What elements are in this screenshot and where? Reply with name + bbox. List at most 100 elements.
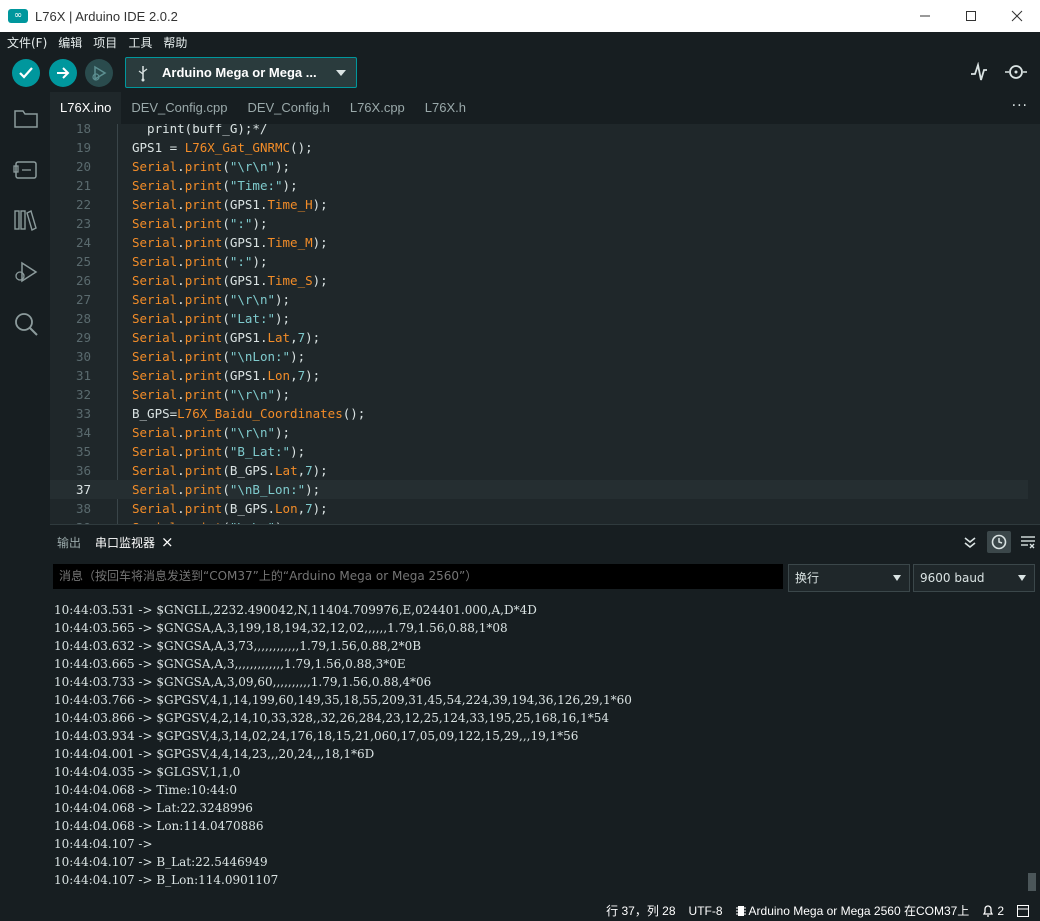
code-token: . (177, 501, 185, 516)
code-token: ); (275, 159, 291, 174)
code-token: print (184, 425, 223, 440)
toggle-autoscroll-button[interactable] (958, 531, 982, 553)
code-token: print (184, 197, 223, 212)
code-line[interactable]: 38 Serial.print(B_GPS.Lon,7); (50, 499, 1028, 518)
line-ending-select[interactable]: 换行 (788, 564, 910, 592)
code-line[interactable]: 35 Serial.print("B_Lat:"); (50, 442, 1028, 461)
more-tabs-button[interactable]: ··· (1012, 98, 1028, 114)
tab-dev-config-h[interactable]: DEV_Config.h (237, 92, 339, 124)
code-token: "\nB_Lon:" (229, 482, 306, 497)
code-line[interactable]: 24 Serial.print(GPS1.Time_M); (50, 233, 1028, 252)
file-encoding[interactable]: UTF-8 (689, 904, 723, 918)
tab-output[interactable]: 输出 (57, 534, 81, 551)
upload-button[interactable] (49, 59, 77, 87)
code-line[interactable]: 23 Serial.print(":"); (50, 214, 1028, 233)
code-token: L76X_Gat_GNRMC (184, 140, 291, 155)
code-line[interactable]: 37 Serial.print("\nB_Lon:"); (50, 480, 1028, 499)
board-port-status[interactable]: Arduino Mega or Mega 2560 在COM37上 (735, 902, 969, 919)
code-token: Serial (132, 216, 178, 231)
close-window-button[interactable] (994, 0, 1040, 32)
boards-manager-button[interactable] (12, 156, 40, 184)
tab-l76x-h[interactable]: L76X.h (415, 92, 476, 124)
search-button[interactable] (12, 310, 40, 338)
code-token: "B_Lat:" (229, 444, 291, 459)
serial-output-line: 10:44:04.068 -> Time:10:44:0 (54, 783, 237, 797)
debug-panel-button[interactable] (12, 258, 40, 286)
menu-edit[interactable]: 编辑 (58, 34, 82, 51)
code-line[interactable]: 25 Serial.print(":"); (50, 252, 1028, 271)
line-number: 32 (75, 387, 91, 402)
code-token: 7 (297, 330, 306, 345)
code-token: ); (312, 235, 328, 250)
menu-file[interactable]: 文件(F) (7, 34, 47, 51)
code-token: "Lat:" (229, 311, 276, 326)
code-line[interactable]: 22 Serial.print(GPS1.Time_H); (50, 195, 1028, 214)
serial-message-input[interactable] (53, 564, 783, 589)
code-line[interactable]: 20 Serial.print("\r\n"); (50, 157, 1028, 176)
serial-output-scrollbar-thumb[interactable] (1028, 873, 1036, 891)
code-token: ( (222, 444, 230, 459)
code-token: print(buff_G);*/ (132, 124, 268, 136)
code-line[interactable]: 34 Serial.print("\r\n"); (50, 423, 1028, 442)
code-token: ); (275, 292, 291, 307)
serial-output-line: 10:44:03.866 -> $GPGSV,4,2,14,10,33,328,… (54, 711, 609, 725)
sketchbook-button[interactable] (12, 104, 40, 132)
code-token: ( (222, 216, 230, 231)
line-number: 23 (75, 216, 91, 231)
code-line[interactable]: 18 print(buff_G);*/ (50, 124, 1028, 138)
menu-bar: 文件(F) 编辑 项目 工具 帮助 (0, 32, 1040, 52)
code-token: ); (275, 387, 291, 402)
serial-output-line: 10:44:04.107 -> B_Lon:114.0901107 (54, 873, 279, 887)
code-text: Serial.print(B_GPS.Lat,7); (132, 461, 328, 480)
code-token: . (177, 349, 185, 364)
cursor-position[interactable]: 行 37，列 28 (606, 902, 675, 919)
toggle-panel-button[interactable] (1017, 904, 1032, 917)
serial-output-line: 10:44:04.035 -> $GLGSV,1,1,0 (54, 765, 241, 779)
verify-button[interactable] (12, 59, 40, 87)
baud-rate-select[interactable]: 9600 baud (913, 564, 1035, 592)
menu-sketch[interactable]: 项目 (93, 34, 117, 51)
library-manager-button[interactable] (12, 206, 40, 234)
code-line[interactable]: 27 Serial.print("\r\n"); (50, 290, 1028, 309)
code-line[interactable]: 32 Serial.print("\r\n"); (50, 385, 1028, 404)
code-line[interactable]: 21 Serial.print("Time:"); (50, 176, 1028, 195)
close-serial-monitor-button[interactable]: × (161, 533, 174, 551)
code-line[interactable]: 19 GPS1 = L76X_Gat_GNRMC(); (50, 138, 1028, 157)
code-token: Serial (132, 273, 178, 288)
code-text: GPS1 = L76X_Gat_GNRMC(); (132, 138, 313, 157)
board-selector[interactable]: Arduino Mega or Mega ... (125, 57, 357, 88)
code-text: Serial.print("B_Lat:"); (132, 442, 305, 461)
tab-serial-monitor[interactable]: 串口监视器 (95, 534, 155, 551)
serial-monitor-button[interactable] (1004, 62, 1028, 85)
code-line[interactable]: 28 Serial.print("Lat:"); (50, 309, 1028, 328)
code-editor[interactable]: 18 print(buff_G);*/ 19 GPS1 = L76X_Gat_GNR… (50, 124, 1028, 524)
maximize-button[interactable] (948, 0, 994, 32)
tab-dev-config-cpp[interactable]: DEV_Config.cpp (121, 92, 237, 124)
baud-rate-value: 9600 baud (920, 571, 985, 585)
code-text: Serial.print(":"); (132, 214, 268, 233)
editor-scrollbar[interactable] (1028, 124, 1040, 524)
code-line[interactable]: 33 B_GPS=L76X_Baidu_Coordinates(); (50, 404, 1028, 423)
code-token: (); (290, 140, 313, 155)
debug-button[interactable] (85, 59, 113, 87)
notifications-button[interactable]: 2 (982, 904, 1004, 918)
code-line[interactable]: 36 Serial.print(B_GPS.Lat,7); (50, 461, 1028, 480)
code-token: (B_GPS. (222, 463, 276, 478)
code-line[interactable]: 30 Serial.print("\nLon:"); (50, 347, 1028, 366)
minimize-button[interactable] (902, 0, 948, 32)
code-token: . (177, 292, 185, 307)
tab-l76x-ino[interactable]: L76X.ino (50, 92, 122, 124)
tab-l76x-cpp[interactable]: L76X.cpp (340, 92, 415, 124)
clear-output-button[interactable] (1016, 531, 1040, 553)
serial-output-line: 10:44:03.665 -> $GNGSA,A,3,,,,,,,,,,,,,1… (54, 657, 406, 671)
code-token: . (177, 387, 185, 402)
code-text: print(buff_G);*/ (132, 124, 267, 138)
code-line[interactable]: 26 Serial.print(GPS1.Time_S); (50, 271, 1028, 290)
code-line[interactable]: 29 Serial.print(GPS1.Lat,7); (50, 328, 1028, 347)
code-line[interactable]: 31 Serial.print(GPS1.Lon,7); (50, 366, 1028, 385)
menu-tools[interactable]: 工具 (128, 34, 152, 51)
menu-help[interactable]: 帮助 (163, 34, 187, 51)
serial-plotter-button[interactable] (970, 61, 988, 85)
toggle-timestamp-button[interactable] (987, 531, 1011, 553)
code-token: ":" (229, 254, 253, 269)
